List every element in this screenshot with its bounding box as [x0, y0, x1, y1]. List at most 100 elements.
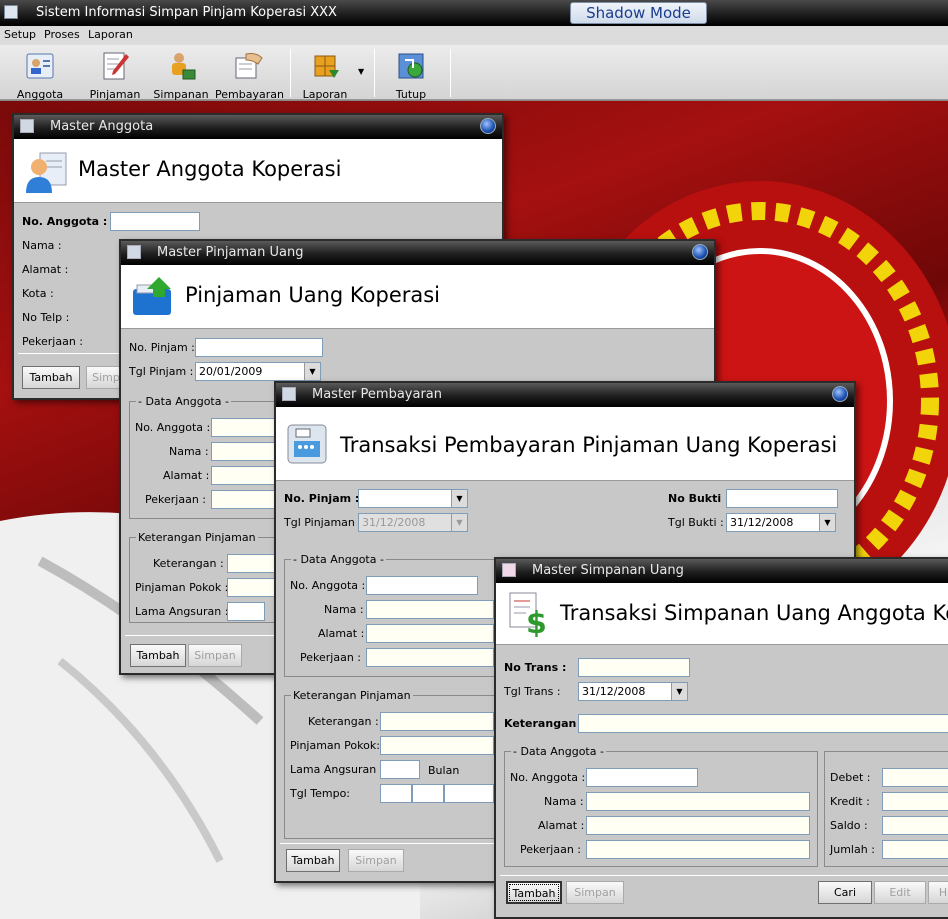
input-pekerjaan[interactable]	[211, 490, 275, 509]
input-alamat[interactable]	[586, 816, 810, 835]
input-no-trans[interactable]	[578, 658, 690, 677]
input-pekerjaan[interactable]	[366, 648, 494, 667]
input-keterangan[interactable]	[380, 712, 494, 731]
divider	[280, 843, 496, 844]
label-tgl-bukti: Tgl Bukti :	[668, 516, 724, 529]
date-tgl-pinjaman[interactable]: 31/12/2008 ▼	[358, 513, 468, 532]
window-header: $ Transaksi Simpanan Uang Anggota Kope	[496, 583, 948, 645]
label-debet: Debet :	[830, 771, 871, 784]
date-value: 31/12/2008	[582, 685, 646, 698]
toolbar: Anggota Pinjaman Simpanan Pembayaran Lap…	[0, 45, 948, 101]
window-titlebar: Master Simpanan Uang	[496, 559, 948, 583]
label-pekerjaan: Pekerjaan :	[300, 651, 361, 664]
input-saldo[interactable]	[882, 816, 948, 835]
label-pekerjaan: Pekerjaan :	[22, 335, 83, 348]
label-tgl-pinjaman: Tgl Pinjaman :	[284, 516, 363, 529]
folder-upload-icon	[133, 277, 171, 315]
window-header: Pinjaman Uang Koperasi	[121, 265, 714, 329]
input-pekerjaan[interactable]	[586, 840, 810, 859]
toolbar-anggota-button[interactable]: Anggota	[7, 48, 73, 101]
label-tgl-trans: Tgl Trans :	[504, 685, 561, 698]
input-no-pinjam[interactable]	[195, 338, 323, 357]
input-alamat[interactable]	[211, 466, 275, 485]
input-keterangan[interactable]	[227, 554, 275, 573]
chevron-down-icon[interactable]: ▼	[451, 490, 467, 507]
document-dollar-icon: $	[509, 592, 547, 637]
input-alamat[interactable]	[366, 624, 494, 643]
toolbar-separator	[374, 49, 375, 97]
input-lama-angsuran[interactable]	[380, 760, 420, 779]
label-kredit: Kredit :	[830, 795, 870, 808]
toolbar-simpanan-button[interactable]: Simpanan	[148, 48, 214, 101]
input-debet[interactable]	[882, 768, 948, 787]
cari-button[interactable]: Cari	[818, 881, 872, 904]
simpan-button[interactable]: Simpan	[348, 849, 404, 872]
input-no-anggota[interactable]	[366, 576, 478, 595]
input-lama-angsuran[interactable]	[227, 602, 265, 621]
input-tempo-year[interactable]	[444, 784, 494, 803]
menu-setup[interactable]: Setup	[4, 28, 36, 41]
menu-bar: Setup Proses Laporan	[0, 26, 948, 45]
input-kredit[interactable]	[882, 792, 948, 811]
chevron-down-icon[interactable]: ▼	[304, 363, 320, 380]
window-heading: Pinjaman Uang Koperasi	[185, 283, 441, 307]
toolbar-label: Tutup	[395, 88, 427, 101]
toolbar-laporan-button[interactable]: Laporan	[292, 48, 358, 101]
input-no-anggota[interactable]	[586, 768, 698, 787]
date-tgl-trans[interactable]: 31/12/2008 ▼	[578, 682, 688, 701]
combo-no-pinjam[interactable]: ▼	[358, 489, 468, 508]
close-orb-icon[interactable]	[692, 244, 708, 260]
input-no-anggota[interactable]	[110, 212, 200, 231]
label-no-anggota: No. Anggota :	[510, 771, 586, 784]
toolbar-pembayaran-button[interactable]: Pembayaran	[215, 48, 284, 101]
app-title: Sistem Informasi Simpan Pinjam Koperasi …	[36, 5, 337, 20]
tambah-button[interactable]: Tambah	[286, 849, 340, 872]
tambah-button[interactable]: Tambah	[22, 366, 80, 389]
date-value: 31/12/2008	[730, 516, 794, 529]
menu-proses[interactable]: Proses	[44, 28, 80, 41]
input-no-bukti[interactable]	[726, 489, 838, 508]
label-tgl-tempo: Tgl Tempo:	[290, 787, 351, 800]
label-no-pinjam: No. Pinjam :	[284, 492, 360, 505]
input-pinjaman-pokok[interactable]	[380, 736, 494, 755]
person-icon	[20, 119, 34, 133]
laporan-dropdown-arrow-icon[interactable]: ▼	[358, 67, 364, 76]
label-lama-angsuran: Lama Angsuran :	[290, 763, 384, 776]
toolbar-label: Laporan	[302, 88, 348, 101]
tambah-button[interactable]: Tambah	[506, 881, 562, 904]
toolbar-separator	[450, 49, 451, 97]
input-tempo-month[interactable]	[412, 784, 444, 803]
input-nama[interactable]	[366, 600, 494, 619]
close-orb-icon[interactable]	[480, 118, 496, 134]
chevron-down-icon[interactable]: ▼	[671, 683, 687, 700]
chevron-down-icon[interactable]: ▼	[819, 514, 835, 531]
menu-laporan[interactable]: Laporan	[88, 28, 133, 41]
app-titlebar: Sistem Informasi Simpan Pinjam Koperasi …	[0, 0, 948, 26]
input-no-anggota[interactable]	[211, 418, 275, 437]
input-nama[interactable]	[586, 792, 810, 811]
date-tgl-bukti[interactable]: 31/12/2008 ▼	[726, 513, 836, 532]
toolbar-pinjaman-button[interactable]: Pinjaman	[82, 48, 148, 101]
chevron-down-icon[interactable]: ▼	[451, 514, 467, 531]
hapus-button[interactable]: H	[928, 881, 948, 904]
toolbar-tutup-button[interactable]: Tutup	[378, 48, 444, 101]
date-tgl-pinjam[interactable]: 20/01/2009 ▼	[195, 362, 321, 381]
window-title: Master Pembayaran	[312, 387, 442, 402]
input-pinjaman-pokok[interactable]	[227, 578, 275, 597]
simpan-button[interactable]: Simpan	[566, 881, 624, 904]
close-orb-icon[interactable]	[832, 386, 848, 402]
simpan-button[interactable]: Simpan	[188, 644, 242, 667]
shadow-mode-button[interactable]: Shadow Mode	[570, 2, 707, 24]
tambah-button[interactable]: Tambah	[130, 644, 186, 667]
input-tempo-day[interactable]	[380, 784, 412, 803]
edit-button[interactable]: Edit	[874, 881, 926, 904]
input-jumlah[interactable]	[882, 840, 948, 859]
label-pinjaman-pokok: Pinjaman Pokok :	[135, 581, 229, 594]
input-nama[interactable]	[211, 442, 275, 461]
label-nama: Nama :	[544, 795, 584, 808]
label-keterangan: Keterangan :	[308, 715, 379, 728]
label-bulan: Bulan	[428, 764, 460, 777]
input-keterangan[interactable]	[578, 714, 948, 733]
document-pen-icon	[103, 52, 129, 80]
app-window-icon	[282, 387, 296, 401]
